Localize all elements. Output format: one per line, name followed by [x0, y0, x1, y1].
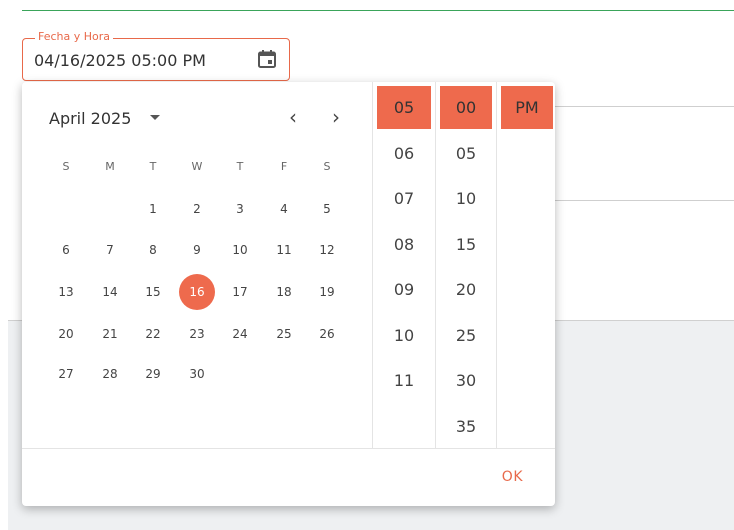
calendar-day[interactable]: 5 — [309, 191, 345, 227]
calendar-day[interactable]: 9 — [179, 232, 215, 268]
calendar-day[interactable]: 19 — [309, 274, 345, 310]
calendar-day[interactable]: 8 — [135, 232, 171, 268]
weekday-label: F — [280, 160, 288, 173]
weekday-label: W — [191, 160, 203, 173]
hours-column[interactable]: 05 06 07 08 09 10 11 — [372, 82, 435, 448]
datetime-input-value[interactable]: 04/16/2025 05:00 PM — [34, 51, 206, 70]
minute-option-selected[interactable]: 00 — [440, 86, 492, 129]
calendar-day[interactable]: 6 — [48, 232, 84, 268]
minute-option[interactable]: 15 — [440, 223, 492, 266]
background-divider-1 — [555, 106, 734, 107]
weekday-label: S — [323, 160, 331, 173]
calendar-day[interactable]: 17 — [222, 274, 258, 310]
minute-option[interactable]: 10 — [440, 177, 492, 220]
hour-option[interactable]: 07 — [377, 177, 431, 220]
minute-option[interactable]: 20 — [440, 268, 492, 311]
minutes-column[interactable]: 00 05 10 15 20 25 30 35 — [435, 82, 496, 448]
calendar-day[interactable]: 7 — [92, 232, 128, 268]
calendar-day[interactable]: 4 — [266, 191, 302, 227]
prev-month-button[interactable]: ‹ — [281, 102, 305, 132]
calendar-day[interactable]: 30 — [179, 356, 215, 392]
calendar-day[interactable]: 12 — [309, 232, 345, 268]
calendar-day[interactable]: 14 — [92, 274, 128, 310]
calendar-day[interactable]: 24 — [222, 316, 258, 352]
calendar-day[interactable]: 29 — [135, 356, 171, 392]
top-green-divider — [22, 10, 734, 11]
hour-option[interactable]: 10 — [377, 314, 431, 357]
calendar-day[interactable]: 3 — [222, 191, 258, 227]
minute-option[interactable]: 05 — [440, 132, 492, 175]
ok-button[interactable]: OK — [502, 469, 523, 485]
weekday-label: M — [105, 160, 115, 173]
caret-down-icon[interactable] — [150, 115, 160, 120]
calendar-day[interactable]: 18 — [266, 274, 302, 310]
calendar-day[interactable]: 21 — [92, 316, 128, 352]
minute-option[interactable]: 30 — [440, 359, 492, 402]
minute-option[interactable]: 25 — [440, 314, 492, 357]
calendar-day[interactable]: 22 — [135, 316, 171, 352]
hour-option[interactable]: 11 — [377, 359, 431, 402]
field-label: Fecha y Hora — [35, 30, 114, 44]
hour-option[interactable]: 08 — [377, 223, 431, 266]
hour-option[interactable]: 09 — [377, 268, 431, 311]
calendar-day[interactable]: 28 — [92, 356, 128, 392]
calendar-day[interactable]: 26 — [309, 316, 345, 352]
calendar-day[interactable]: 25 — [266, 316, 302, 352]
calendar-day-selected[interactable]: 16 — [179, 274, 215, 310]
minute-option[interactable]: 35 — [440, 405, 492, 448]
meridiem-column[interactable]: PM — [496, 82, 555, 448]
meridiem-option-selected[interactable]: PM — [501, 86, 553, 129]
calendar-day[interactable]: 27 — [48, 356, 84, 392]
background-divider-2 — [555, 200, 734, 201]
datetime-field[interactable]: Fecha y Hora 04/16/2025 05:00 PM — [22, 30, 290, 81]
weekday-label: S — [62, 160, 70, 173]
calendar-day[interactable]: 20 — [48, 316, 84, 352]
calendar-day[interactable]: 11 — [266, 232, 302, 268]
calendar-day[interactable]: 2 — [179, 191, 215, 227]
hour-option[interactable]: 06 — [377, 132, 431, 175]
hour-option-selected[interactable]: 05 — [377, 86, 431, 129]
calendar-day[interactable]: 13 — [48, 274, 84, 310]
calendar-day[interactable]: 23 — [179, 316, 215, 352]
calendar-day[interactable]: 15 — [135, 274, 171, 310]
next-month-button[interactable]: › — [324, 102, 348, 132]
calendar-day[interactable]: 1 — [135, 191, 171, 227]
month-year-label[interactable]: April 2025 — [49, 109, 131, 128]
calendar-day[interactable]: 10 — [222, 232, 258, 268]
picker-footer: OK — [22, 448, 555, 506]
datetime-picker-popup: April 2025 ‹ › SMTWTFS 1 2 3 4 5 6 7 8 9 10 11 12 13… — [22, 82, 555, 506]
weekday-label: T — [149, 160, 157, 173]
weekday-label: T — [236, 160, 244, 173]
calendar-icon[interactable] — [257, 49, 277, 69]
